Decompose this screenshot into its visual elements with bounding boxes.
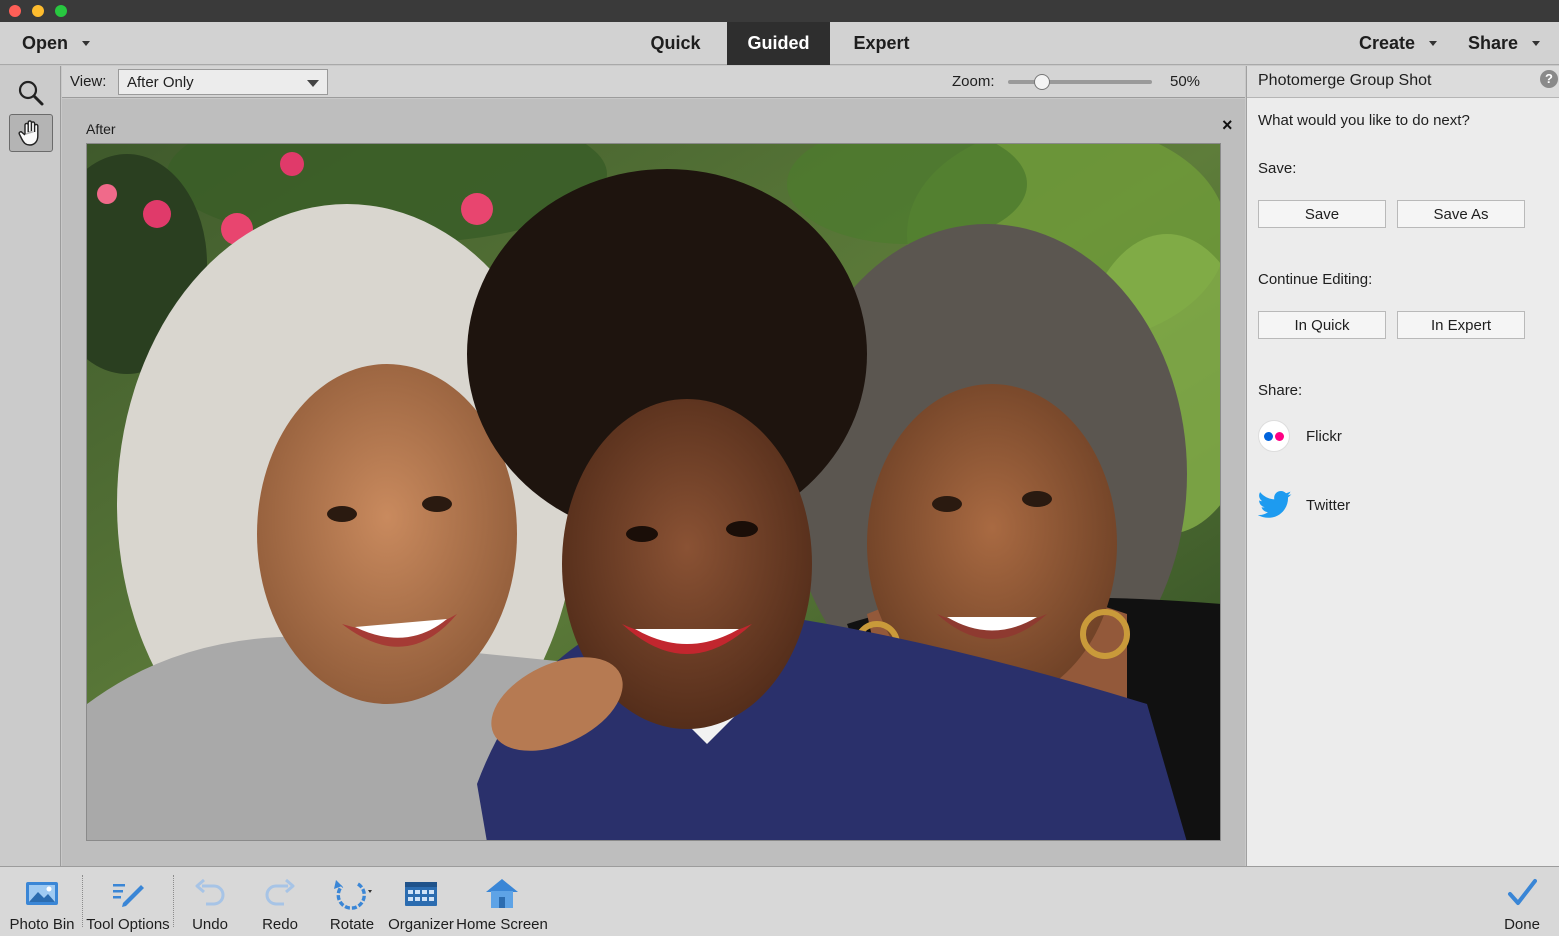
done-button[interactable]: Done: [1494, 867, 1550, 936]
bottom-toolbar: Photo Bin Tool Options Undo Redo Rotate …: [0, 866, 1559, 936]
twitter-icon: [1258, 488, 1292, 522]
panel-header: Photomerge Group Shot ?: [1247, 66, 1559, 98]
toolbar-divider: [82, 875, 83, 927]
help-icon[interactable]: ?: [1540, 70, 1558, 88]
share-menu-label: Share: [1468, 33, 1519, 53]
rotate-button[interactable]: Rotate: [320, 867, 384, 936]
chevron-down-icon: [1429, 41, 1438, 46]
home-icon: [484, 875, 520, 911]
options-bar: View: After Only Zoom: 50%: [62, 66, 1245, 98]
open-menu-label: Open: [22, 33, 69, 53]
checkmark-icon: [1507, 875, 1537, 911]
continue-editing-heading: Continue Editing:: [1258, 271, 1373, 288]
undo-button[interactable]: Undo: [180, 867, 240, 936]
magnifier-icon: [18, 80, 44, 106]
tool-options-label: Tool Options: [86, 916, 170, 933]
group-photo: [86, 143, 1221, 841]
photo-bin-icon: [25, 875, 59, 911]
redo-icon: [264, 875, 296, 911]
window-minimize-button[interactable]: [32, 5, 44, 17]
organizer-label: Organizer: [388, 916, 454, 933]
flickr-label: Flickr: [1306, 427, 1342, 445]
zoom-tool-button[interactable]: [9, 74, 53, 112]
tab-guided[interactable]: Guided: [727, 22, 830, 65]
twitter-label: Twitter: [1306, 496, 1351, 514]
guided-panel: Photomerge Group Shot ? What would you l…: [1246, 66, 1559, 866]
tab-quick[interactable]: Quick: [624, 22, 727, 65]
zoom-label: Zoom:: [952, 73, 995, 90]
save-heading: Save:: [1258, 160, 1297, 177]
view-dropdown-value: After Only: [127, 74, 194, 91]
image-canvas: After ×: [62, 99, 1245, 866]
save-as-button[interactable]: Save As: [1397, 200, 1525, 228]
view-label: View:: [70, 73, 107, 90]
rotate-label: Rotate: [329, 916, 375, 933]
next-step-prompt: What would you like to do next?: [1258, 112, 1470, 129]
tab-expert[interactable]: Expert: [830, 22, 933, 65]
group-photo-image: [87, 144, 1220, 840]
redo-button[interactable]: Redo: [250, 867, 310, 936]
share-heading: Share:: [1258, 382, 1303, 399]
redo-label: Redo: [262, 916, 298, 933]
in-expert-button[interactable]: In Expert: [1397, 311, 1525, 339]
create-menu-label: Create: [1359, 33, 1416, 53]
hand-icon: [18, 120, 39, 146]
save-button[interactable]: Save: [1258, 200, 1386, 228]
tool-options-button[interactable]: Tool Options: [85, 867, 171, 936]
open-menu[interactable]: Open: [22, 22, 91, 65]
share-twitter-button[interactable]: Twitter: [1258, 488, 1350, 522]
hand-tool-button[interactable]: [9, 114, 53, 152]
home-screen-label: Home Screen: [456, 916, 548, 933]
in-quick-button[interactable]: In Quick: [1258, 311, 1386, 339]
zoom-slider-handle[interactable]: [1033, 74, 1050, 90]
chevron-down-icon: [1532, 41, 1541, 46]
undo-label: Undo: [192, 916, 228, 933]
home-screen-button[interactable]: Home Screen: [456, 867, 548, 936]
tool-options-icon: [111, 875, 145, 911]
window-maximize-button[interactable]: [55, 5, 67, 17]
create-menu[interactable]: Create: [1359, 22, 1438, 65]
toolbar-divider: [173, 875, 174, 927]
view-dropdown[interactable]: After Only: [118, 69, 328, 95]
close-image-button[interactable]: ×: [1222, 115, 1233, 136]
mode-tabs: Quick Guided Expert: [624, 22, 933, 65]
undo-icon: [194, 875, 226, 911]
zoom-slider[interactable]: [1008, 74, 1152, 90]
panel-title: Photomerge Group Shot: [1258, 72, 1432, 89]
done-label: Done: [1504, 916, 1540, 933]
tool-column: [0, 66, 61, 866]
photo-bin-button[interactable]: Photo Bin: [6, 867, 78, 936]
flickr-icon: [1258, 420, 1290, 452]
zoom-value: 50%: [1170, 73, 1201, 90]
dropdown-arrow-icon: [307, 80, 319, 87]
window-title-bar: [0, 0, 1559, 22]
organizer-icon: [404, 875, 438, 911]
photo-bin-label: Photo Bin: [9, 916, 75, 933]
chevron-down-icon: [82, 41, 91, 46]
share-flickr-button[interactable]: Flickr: [1258, 420, 1342, 452]
window-close-button[interactable]: [9, 5, 21, 17]
organizer-button[interactable]: Organizer: [388, 867, 454, 936]
share-menu[interactable]: Share: [1468, 22, 1541, 65]
rotate-icon: [330, 875, 374, 911]
main-menu-bar: Open Quick Guided Expert Create Share: [0, 22, 1559, 65]
after-label: After: [86, 121, 116, 137]
